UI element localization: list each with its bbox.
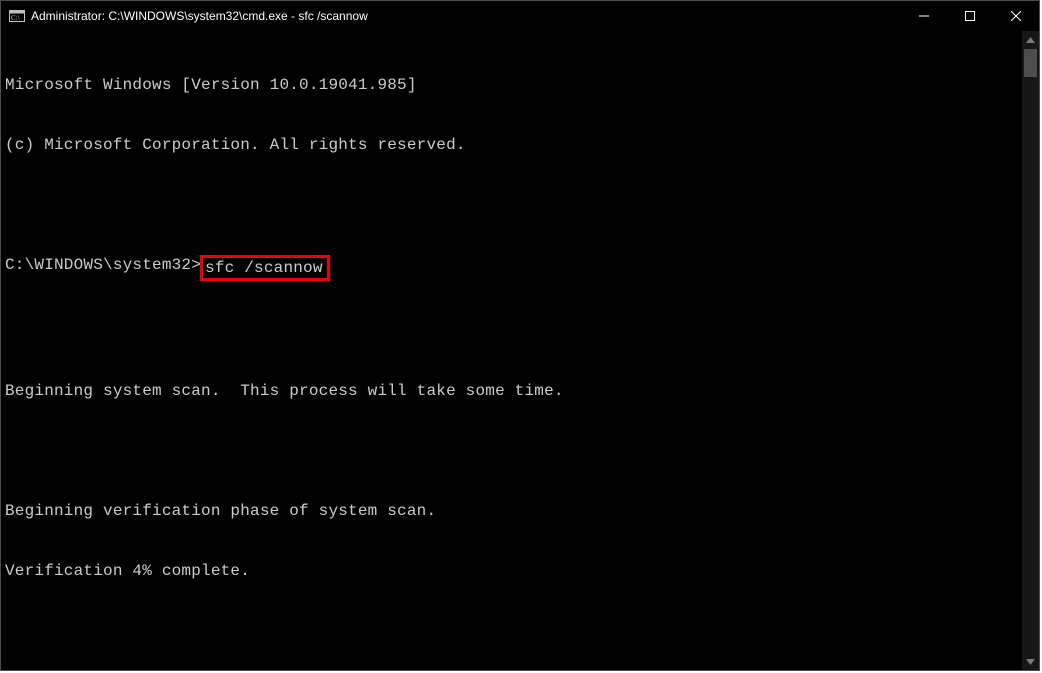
terminal-output[interactable]: Microsoft Windows [Version 10.0.19041.98… — [1, 31, 1022, 670]
output-line: Beginning system scan. This process will… — [5, 381, 1020, 401]
scroll-up-button[interactable] — [1022, 31, 1039, 48]
output-blank — [5, 441, 1020, 461]
output-line: (c) Microsoft Corporation. All rights re… — [5, 135, 1020, 155]
vertical-scrollbar[interactable] — [1022, 31, 1039, 670]
prompt-line: C:\WINDOWS\system32>sfc /scannow — [5, 255, 1020, 281]
output-blank — [5, 195, 1020, 215]
output-line: Microsoft Windows [Version 10.0.19041.98… — [5, 75, 1020, 95]
minimize-button[interactable] — [901, 1, 947, 31]
command-highlight: sfc /scannow — [200, 255, 330, 281]
titlebar[interactable]: C:\ Administrator: C:\WINDOWS\system32\c… — [1, 1, 1039, 31]
window-title: Administrator: C:\WINDOWS\system32\cmd.e… — [31, 9, 901, 23]
maximize-button[interactable] — [947, 1, 993, 31]
output-line: Verification 4% complete. — [5, 561, 1020, 581]
cmd-icon: C:\ — [9, 8, 25, 24]
window-controls — [901, 1, 1039, 31]
cmd-window: C:\ Administrator: C:\WINDOWS\system32\c… — [0, 0, 1040, 671]
output-blank — [5, 321, 1020, 341]
close-button[interactable] — [993, 1, 1039, 31]
svg-text:C:\: C:\ — [11, 14, 20, 22]
output-line: Beginning verification phase of system s… — [5, 501, 1020, 521]
scroll-thumb[interactable] — [1024, 49, 1037, 77]
prompt-text: C:\WINDOWS\system32> — [5, 255, 201, 275]
scroll-down-button[interactable] — [1022, 653, 1039, 670]
